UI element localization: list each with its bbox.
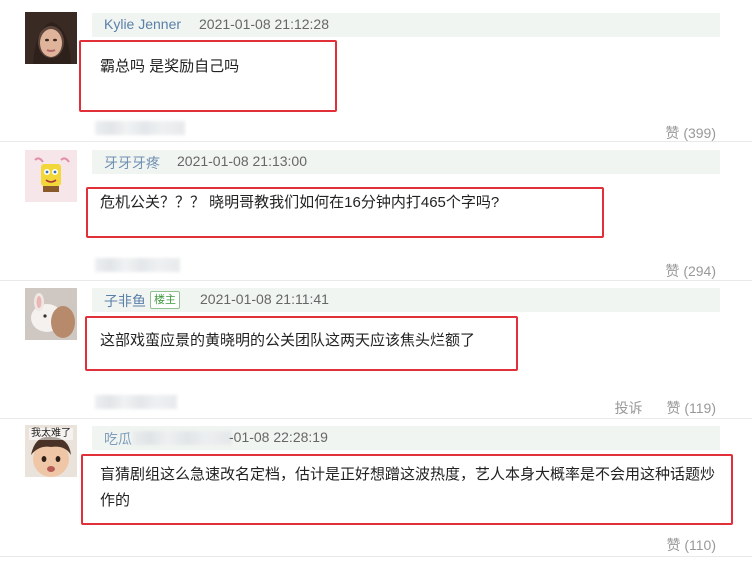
redacted-area <box>95 395 177 409</box>
comment-text: 危机公关？？？ 晓明哥教我们如何在16分钟内打465个字吗? <box>100 194 500 211</box>
username[interactable]: 牙牙牙疼 <box>104 153 160 173</box>
comment-text: 这部戏蛮应景的黄晓明的公关团队这两天应该焦头烂额了 <box>100 332 476 349</box>
avatar[interactable] <box>25 12 77 64</box>
comment-meta: Kylie Jenner 2021-01-08 21:12:28 <box>92 13 720 37</box>
username[interactable]: Kylie Jenner <box>104 16 181 32</box>
like-button[interactable]: 赞 (110) <box>666 537 716 553</box>
timestamp: 2021-01-08 21:12:28 <box>199 16 329 32</box>
comment-text: 盲猜剧组这么急速改名定档，估计是正好想蹭这波热度，艺人本身大概率是不会用这种话题… <box>100 466 716 509</box>
username[interactable]: 子非鱼 <box>104 291 146 311</box>
like-button[interactable]: 赞 (294) <box>665 263 716 279</box>
divider <box>0 556 752 557</box>
like-button[interactable]: 赞 (399) <box>665 125 716 141</box>
comment-meta: 吃瓜 -01-08 22:28:19 <box>92 426 720 450</box>
timestamp: 2021-01-08 21:13:00 <box>177 153 307 169</box>
comment-actions: 投诉 赞 (119) <box>595 398 716 418</box>
redacted-area <box>95 121 185 135</box>
op-badge: 楼主 <box>150 291 180 309</box>
redacted-area <box>132 431 232 445</box>
avatar-caption: 我太难了 <box>31 428 71 439</box>
divider <box>0 141 752 142</box>
comment-text: 霸总吗 是奖励自己吗 <box>100 58 240 75</box>
avatar[interactable] <box>25 150 77 202</box>
redacted-area <box>95 258 180 272</box>
username[interactable]: 吃瓜 <box>104 429 132 449</box>
like-button[interactable]: 赞 (119) <box>666 400 716 416</box>
divider <box>0 418 752 419</box>
comment-actions: 赞 (110) <box>646 535 716 555</box>
timestamp: -01-08 22:28:19 <box>229 429 328 445</box>
avatar[interactable] <box>25 288 77 340</box>
avatar[interactable]: 我太难了 <box>25 425 77 477</box>
comment-actions: 赞 (294) <box>645 261 716 281</box>
timestamp: 2021-01-08 21:11:41 <box>200 291 329 307</box>
report-button[interactable]: 投诉 <box>615 400 643 416</box>
divider <box>0 280 752 281</box>
comment-actions: 赞 (399) <box>645 123 716 143</box>
comment-meta: 子非鱼 楼主 2021-01-08 21:11:41 <box>92 288 720 312</box>
comment-meta: 牙牙牙疼 2021-01-08 21:13:00 <box>92 150 720 174</box>
